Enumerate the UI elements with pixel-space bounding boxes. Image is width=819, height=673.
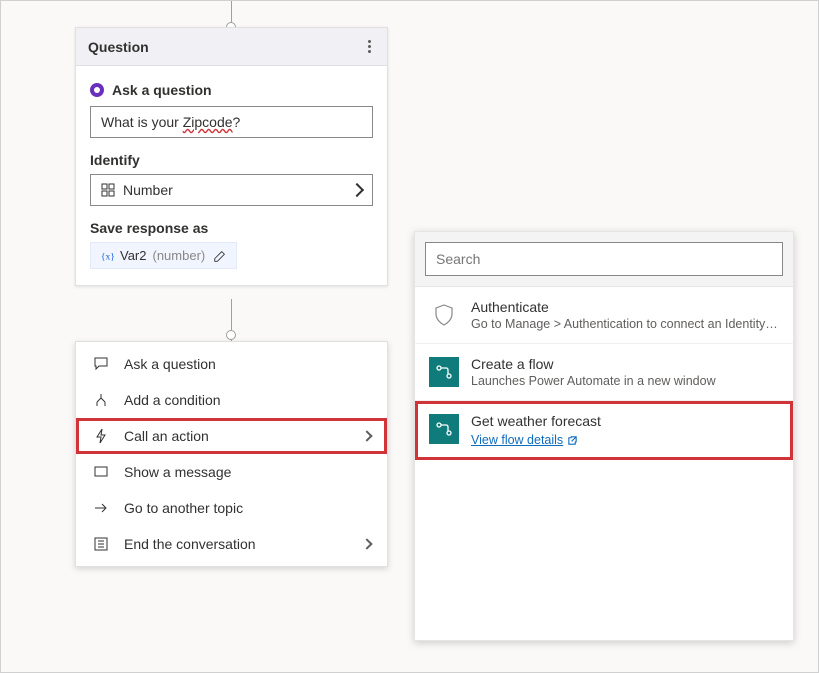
view-flow-details-link[interactable]: View flow details	[471, 433, 578, 447]
question-text-prefix: What is your	[101, 114, 183, 130]
menu-item-label: End the conversation	[124, 536, 349, 552]
question-zip-word: Zipcode	[183, 114, 233, 130]
chevron-right-icon	[361, 430, 372, 441]
question-bullet-icon	[90, 83, 104, 97]
variable-type: (number)	[153, 248, 206, 263]
flow-icon	[429, 357, 459, 387]
question-node: Question Ask a question What is your Zip…	[75, 27, 388, 286]
more-options-button[interactable]	[364, 36, 375, 57]
menu-item-show-message[interactable]: Show a message	[76, 454, 387, 490]
add-node-menu: Ask a question Add a condition Call an a…	[75, 341, 388, 567]
svg-text:{x}: {x}	[101, 251, 114, 262]
variable-icon: {x}	[100, 249, 114, 263]
grid-icon	[101, 183, 115, 197]
menu-item-label: Add a condition	[124, 392, 371, 408]
flyout-item-title: Authenticate	[471, 299, 779, 315]
chevron-right-icon	[350, 183, 364, 197]
link-text: View flow details	[471, 433, 563, 447]
end-icon	[92, 536, 110, 552]
menu-item-call-action[interactable]: Call an action	[76, 418, 387, 454]
menu-item-ask-question[interactable]: Ask a question	[76, 346, 387, 382]
chevron-right-icon	[361, 538, 372, 549]
branch-icon	[92, 392, 110, 408]
identify-label: Identify	[90, 152, 373, 168]
variable-chip[interactable]: {x} Var2 (number)	[90, 242, 237, 269]
node-header: Question	[76, 28, 387, 66]
action-flyout: Authenticate Go to Manage > Authenticati…	[414, 231, 794, 641]
redirect-icon	[92, 500, 110, 516]
lightning-icon	[92, 428, 110, 444]
search-input[interactable]	[425, 242, 783, 276]
chat-icon	[92, 356, 110, 372]
search-wrap	[415, 232, 793, 287]
menu-item-end-conversation[interactable]: End the conversation	[76, 526, 387, 562]
menu-item-add-condition[interactable]: Add a condition	[76, 382, 387, 418]
identify-value: Number	[123, 182, 173, 198]
menu-item-label: Call an action	[124, 428, 349, 444]
menu-item-label: Show a message	[124, 464, 371, 480]
flyout-item-title: Get weather forecast	[471, 413, 779, 429]
node-title: Question	[88, 39, 149, 55]
flyout-item-create-flow[interactable]: Create a flow Launches Power Automate in…	[415, 344, 793, 401]
identify-select[interactable]: Number	[90, 174, 373, 206]
save-response-label: Save response as	[90, 220, 373, 236]
menu-item-label: Ask a question	[124, 356, 371, 372]
flyout-item-subtitle: Launches Power Automate in a new window	[471, 374, 779, 388]
flyout-item-title: Create a flow	[471, 356, 779, 372]
message-icon	[92, 464, 110, 480]
question-text-suffix: ?	[233, 114, 241, 130]
external-link-icon	[567, 435, 578, 446]
menu-item-goto-topic[interactable]: Go to another topic	[76, 490, 387, 526]
ask-question-text: Ask a question	[112, 82, 212, 98]
edit-variable-icon[interactable]	[213, 249, 227, 263]
ask-question-label: Ask a question	[90, 82, 373, 98]
shield-icon	[429, 300, 459, 330]
variable-name: Var2	[120, 248, 147, 263]
flyout-item-authenticate[interactable]: Authenticate Go to Manage > Authenticati…	[415, 287, 793, 344]
question-input[interactable]: What is your Zipcode?	[90, 106, 373, 138]
flow-icon	[429, 414, 459, 444]
menu-item-label: Go to another topic	[124, 500, 371, 516]
flyout-item-subtitle: Go to Manage > Authentication to connect…	[471, 317, 779, 331]
flyout-item-get-weather[interactable]: Get weather forecast View flow details	[415, 401, 793, 460]
